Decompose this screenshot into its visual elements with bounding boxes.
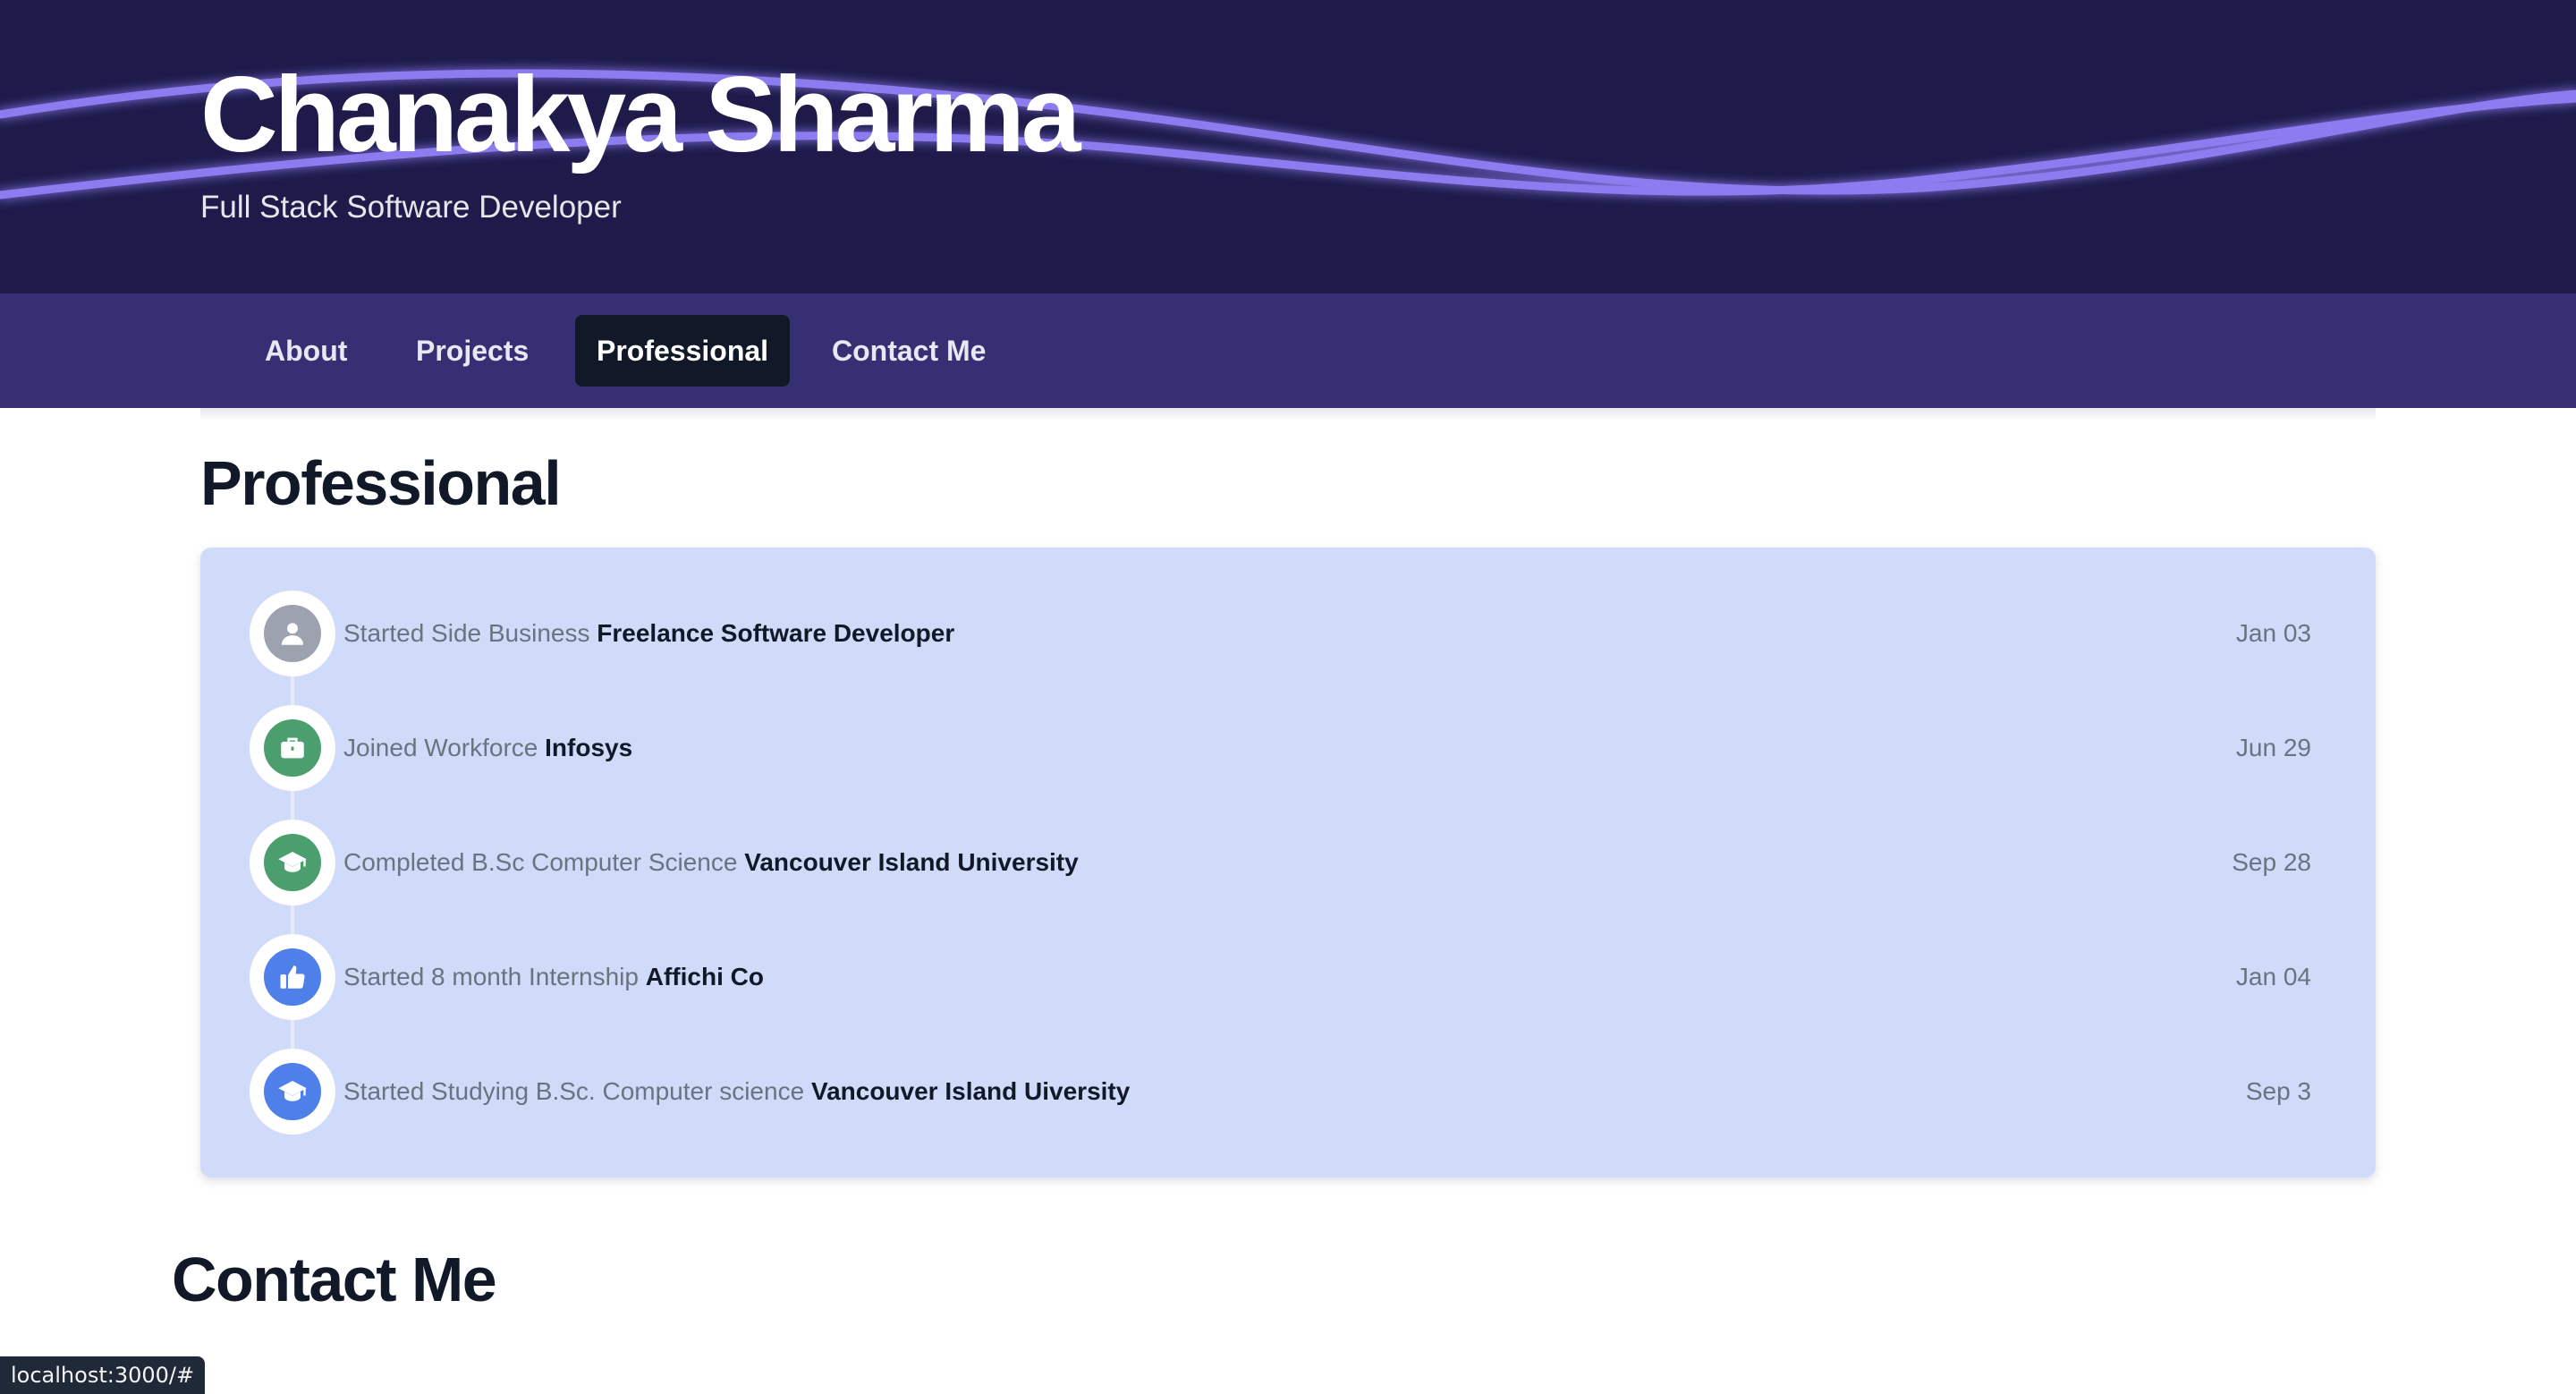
timeline-icon-ring bbox=[250, 591, 335, 676]
nav-item-about[interactable]: About bbox=[243, 315, 369, 387]
timeline-text: Started Side Business Freelance Software… bbox=[343, 591, 954, 676]
timeline-date: Sep 3 bbox=[2245, 1077, 2311, 1105]
timeline-target: Infosys bbox=[545, 734, 633, 761]
hero-subtitle: Full Stack Software Developer bbox=[200, 190, 622, 225]
timeline-item: Started Studying B.Sc. Computer science … bbox=[200, 1049, 2376, 1135]
timeline-item: Completed B.Sc Computer Science Vancouve… bbox=[200, 820, 2376, 905]
section-title-professional: Professional bbox=[200, 448, 562, 518]
nav-item-projects[interactable]: Projects bbox=[394, 315, 550, 387]
timeline-target: Vancouver Island Uiversity bbox=[810, 1077, 1131, 1105]
timeline-date: Jan 04 bbox=[2235, 963, 2311, 990]
timeline-text: Joined Workforce Infosys bbox=[343, 705, 632, 791]
timeline-card: Started Side Business Freelance Software… bbox=[200, 548, 2376, 1177]
nav-item-professional[interactable]: Professional bbox=[575, 315, 791, 387]
timeline-item: Started 8 month Internship Affichi Co Ja… bbox=[200, 934, 2376, 1020]
user-icon bbox=[264, 605, 321, 662]
timeline-label: Started Studying B.Sc. Computer science bbox=[343, 1077, 805, 1105]
nav-shadow bbox=[200, 408, 2376, 421]
timeline-text: Started Studying B.Sc. Computer science … bbox=[343, 1049, 1130, 1135]
timeline-icon-ring bbox=[250, 934, 335, 1020]
timeline-icon-ring bbox=[250, 1049, 335, 1135]
briefcase-icon bbox=[264, 719, 321, 777]
timeline-target: Affichi Co bbox=[645, 963, 764, 990]
timeline-icon-ring bbox=[250, 820, 335, 905]
timeline-label: Joined Workforce bbox=[343, 734, 538, 761]
timeline-item: Started Side Business Freelance Software… bbox=[200, 591, 2376, 676]
nav-item-contact[interactable]: Contact Me bbox=[810, 315, 1007, 387]
status-bar-url: localhost:3000/# bbox=[0, 1356, 206, 1394]
timeline-label: Started Side Business bbox=[343, 619, 590, 647]
section-title-contact: Contact Me bbox=[172, 1245, 497, 1314]
main-nav: About Projects Professional Contact Me bbox=[0, 293, 2576, 408]
timeline-date: Jun 29 bbox=[2235, 734, 2311, 761]
timeline-icon-ring bbox=[250, 705, 335, 791]
timeline-text: Completed B.Sc Computer Science Vancouve… bbox=[343, 820, 1079, 905]
timeline-target: Freelance Software Developer bbox=[597, 619, 955, 647]
timeline-text: Started 8 month Internship Affichi Co bbox=[343, 934, 764, 1020]
timeline-label: Started 8 month Internship bbox=[343, 963, 639, 990]
graduation-cap-icon bbox=[264, 1063, 321, 1120]
timeline-label: Completed B.Sc Computer Science bbox=[343, 848, 738, 876]
hero-name: Chanakya Sharma bbox=[200, 55, 1081, 174]
graduation-cap-icon bbox=[264, 834, 321, 891]
timeline-date: Sep 28 bbox=[2232, 848, 2311, 876]
timeline-date: Jan 03 bbox=[2235, 619, 2311, 647]
timeline-item: Joined Workforce Infosys Jun 29 bbox=[200, 705, 2376, 791]
timeline-target: Vancouver Island University bbox=[744, 848, 1079, 876]
thumbs-up-icon bbox=[264, 948, 321, 1006]
hero-banner: Chanakya Sharma Full Stack Software Deve… bbox=[0, 0, 2576, 293]
